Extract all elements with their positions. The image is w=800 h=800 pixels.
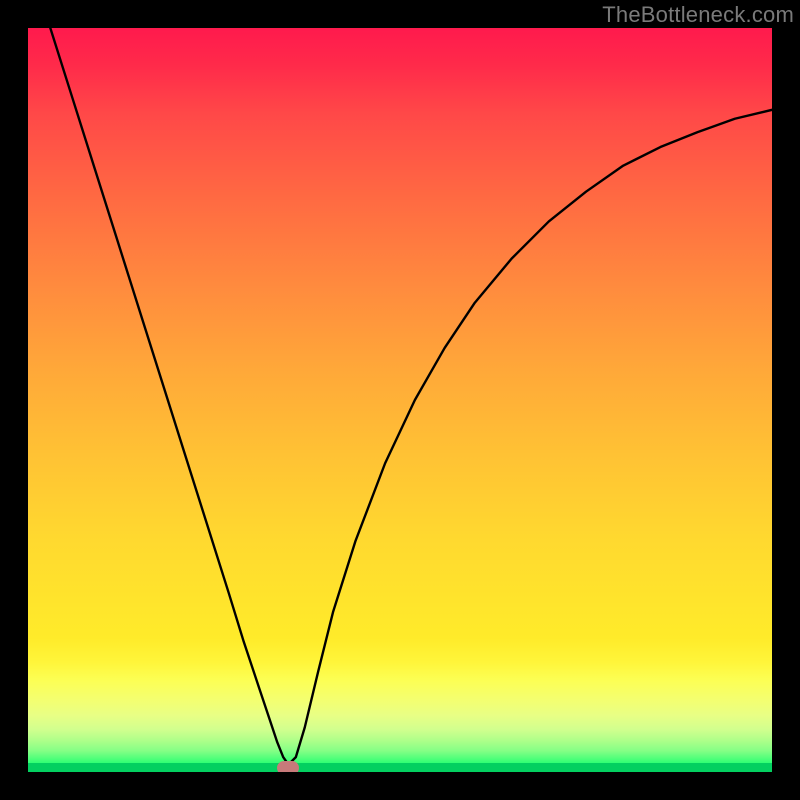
chart-frame: TheBottleneck.com — [0, 0, 800, 800]
watermark-text: TheBottleneck.com — [602, 2, 794, 28]
plot-area — [28, 28, 772, 772]
minimum-marker — [277, 761, 299, 772]
bottleneck-curve — [28, 28, 772, 772]
